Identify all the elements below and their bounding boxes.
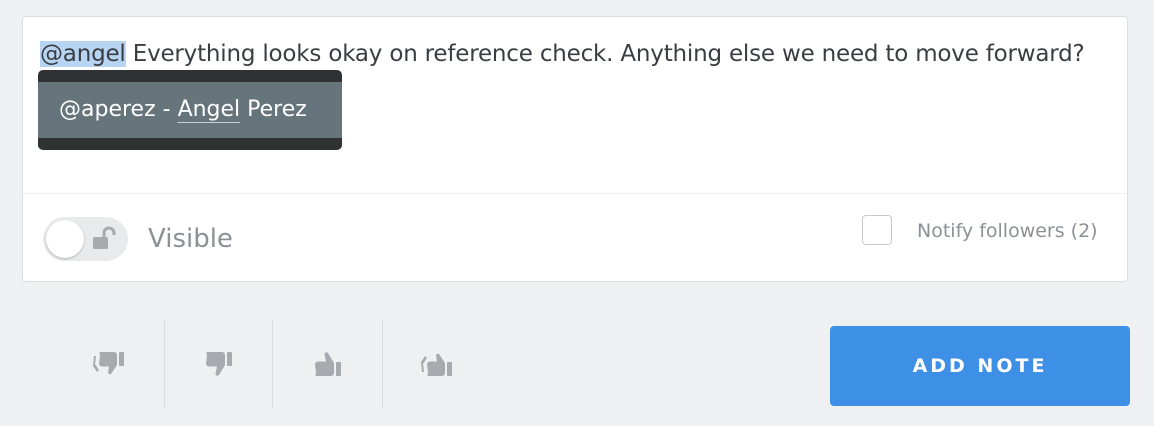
rating-strong-yes-button[interactable] [383,322,489,408]
note-composer: @angel Everything looks okay on referenc… [0,0,1154,426]
unlock-icon [93,226,116,249]
mention-token[interactable]: @angel [40,41,126,67]
note-text-input[interactable]: @angel Everything looks okay on referenc… [40,37,1085,71]
visibility-label: Visible [148,224,233,254]
double-thumbs-down-icon [93,352,124,375]
mention-suggestion-rest: Perez [240,97,307,122]
notify-followers-label[interactable]: Notify followers (2) [917,216,1098,246]
mention-suggestion-match: Angel [177,97,241,122]
thumbs-up-icon [315,352,341,376]
visibility-toggle[interactable] [43,217,128,261]
notify-followers-checkbox[interactable] [862,215,892,245]
mention-suggestion-handle: @aperez - [59,97,178,122]
note-body-text: Everything looks okay on reference check… [125,41,1085,67]
rating-no-button[interactable] [165,322,271,408]
rating-separator [272,320,273,408]
toggle-knob [46,220,84,258]
note-editor-card: @angel Everything looks okay on referenc… [22,16,1128,282]
add-note-button[interactable]: ADD NOTE [830,326,1130,406]
mention-suggestions-popup: @aperez - Angel Perez [38,70,342,150]
thumbs-down-icon [206,352,232,376]
double-thumbs-up-icon [421,353,452,376]
mention-suggestion-item[interactable]: @aperez - Angel Perez [38,82,342,138]
card-divider [23,193,1127,194]
rating-strong-no-button[interactable] [55,322,161,408]
rating-yes-button[interactable] [274,322,380,408]
